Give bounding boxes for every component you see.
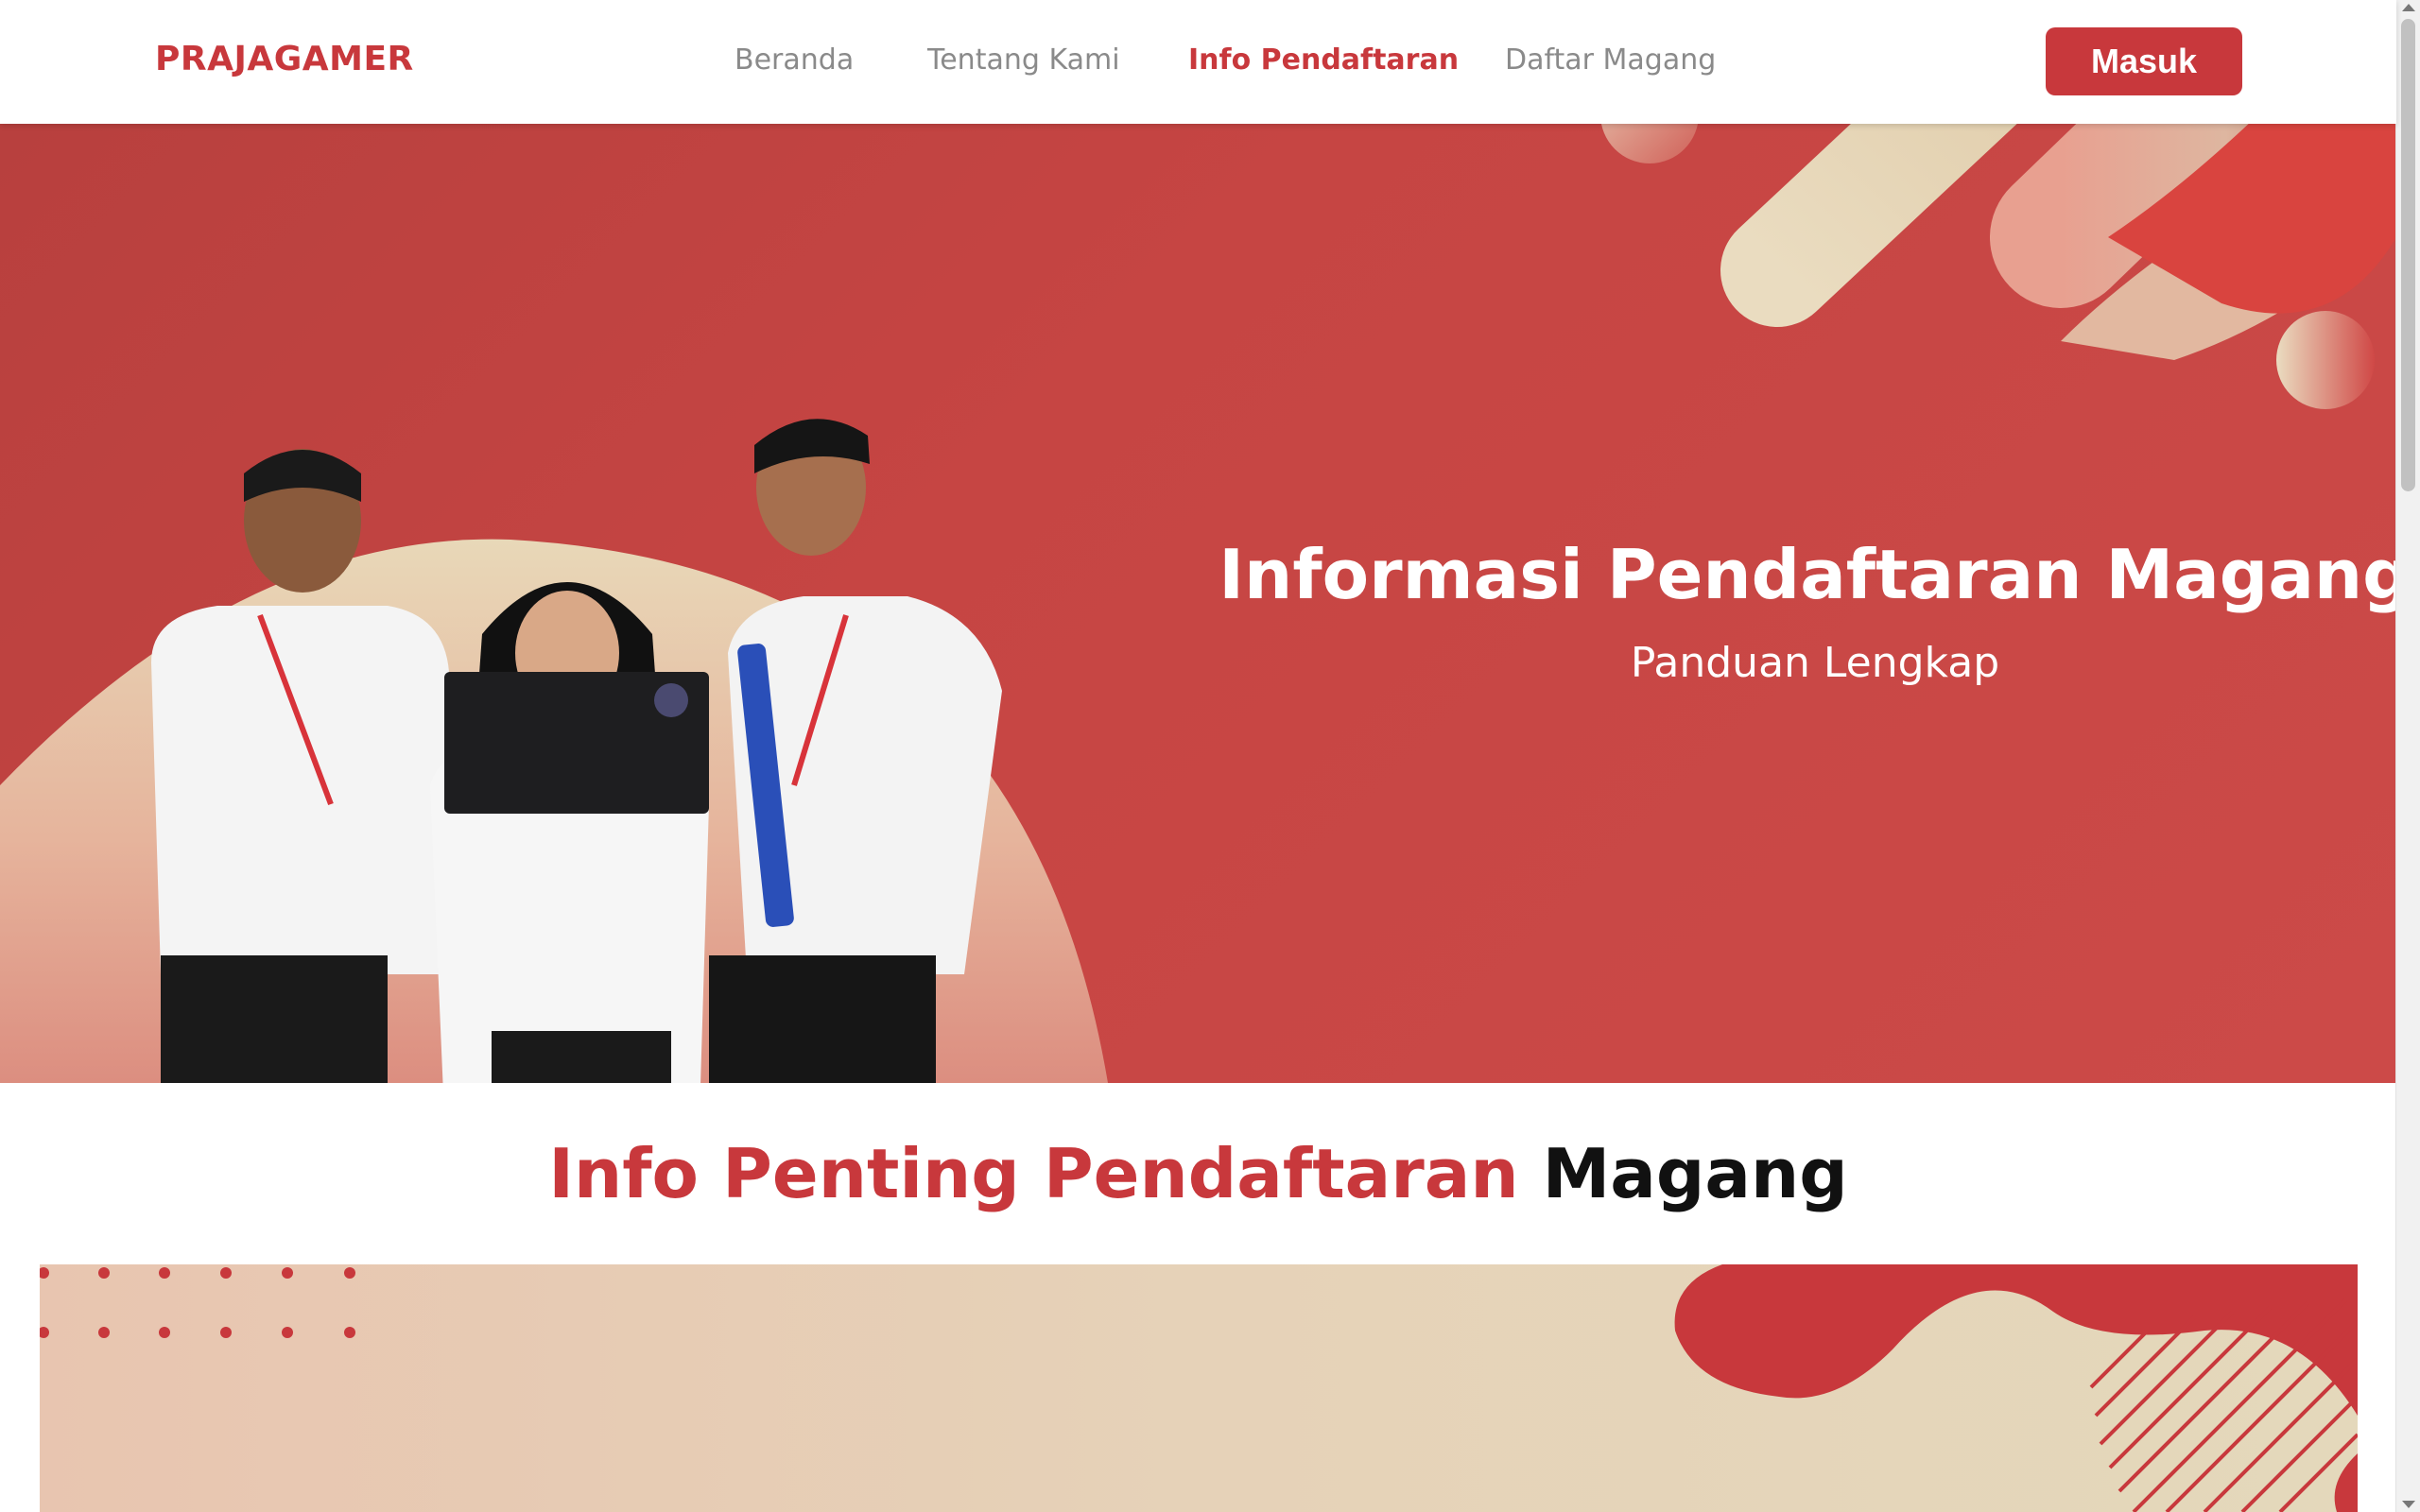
section-title-rest: Magang <box>1542 1134 1848 1213</box>
nav-item-beranda[interactable]: Beranda <box>735 43 854 77</box>
login-button[interactable]: Masuk <box>2046 27 2242 95</box>
hero-title: Informasi Pendaftaran Magang <box>1219 535 2396 614</box>
nav-item-tentang-kami[interactable]: Tentang Kami <box>927 43 1120 77</box>
scroll-down-icon[interactable] <box>2402 1501 2415 1508</box>
hero-subtitle: Panduan Lengkap <box>1630 639 2000 687</box>
scroll-up-icon[interactable] <box>2402 4 2415 11</box>
nav-item-daftar-magang[interactable]: Daftar Magang <box>1505 43 1716 77</box>
nav-item-info-pendaftaran[interactable]: Info Pendaftaran <box>1188 43 1459 77</box>
banner-decoration <box>40 1264 2358 1512</box>
main-nav: Beranda Tentang Kami Info Pendaftaran Da… <box>0 0 2396 124</box>
top-navbar: PRAJAGAMER Beranda Tentang Kami Info Pen… <box>0 0 2396 124</box>
section-title-accent: Info Penting Pendaftaran <box>548 1134 1519 1213</box>
students-photo <box>151 419 1002 1083</box>
info-banner <box>40 1264 2358 1512</box>
section-title: Info Penting Pendaftaran Magang <box>0 1134 2396 1213</box>
scroll-thumb[interactable] <box>2401 19 2415 491</box>
hero-section: Informasi Pendaftaran Magang Panduan Len… <box>0 124 2396 1083</box>
page-scrollbar[interactable] <box>2395 0 2420 1512</box>
dot-pattern <box>40 1267 355 1338</box>
